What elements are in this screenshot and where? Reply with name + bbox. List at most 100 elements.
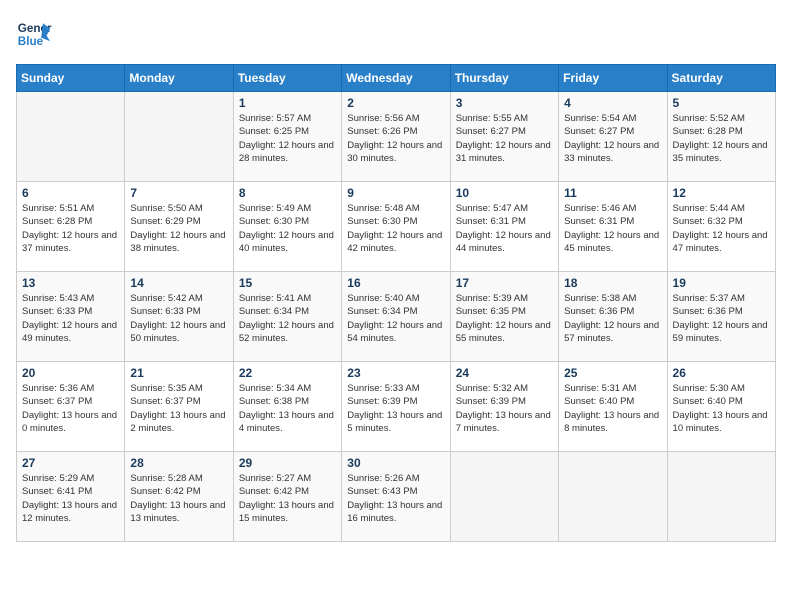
day-detail: Sunrise: 5:37 AM Sunset: 6:36 PM Dayligh…: [673, 292, 770, 345]
calendar-cell: [559, 452, 667, 542]
day-number: 7: [130, 186, 227, 200]
weekday-header: Friday: [559, 65, 667, 92]
logo-icon: General Blue: [16, 16, 52, 52]
calendar-cell: 5 Sunrise: 5:52 AM Sunset: 6:28 PM Daylig…: [667, 92, 775, 182]
calendar-cell: 17Sunrise: 5:39 AM Sunset: 6:35 PM Dayli…: [450, 272, 558, 362]
day-detail: Sunrise: 5:43 AM Sunset: 6:33 PM Dayligh…: [22, 292, 119, 345]
day-number: 26: [673, 366, 770, 380]
day-detail: Sunrise: 5:26 AM Sunset: 6:43 PM Dayligh…: [347, 472, 444, 525]
day-number: 23: [347, 366, 444, 380]
day-detail: Sunrise: 5:56 AM Sunset: 6:26 PM Dayligh…: [347, 112, 444, 165]
calendar-cell: 14 Sunrise: 5:42 AM Sunset: 6:33 PM Dayli…: [125, 272, 233, 362]
weekday-header: Thursday: [450, 65, 558, 92]
day-detail: Sunrise: 5:49 AM Sunset: 6:30 PM Dayligh…: [239, 202, 336, 255]
day-number: 21: [130, 366, 227, 380]
day-detail: Sunrise: 5:30 AM Sunset: 6:40 PM Dayligh…: [673, 382, 770, 435]
day-detail: Sunrise: 5:34 AM Sunset: 6:38 PM Dayligh…: [239, 382, 336, 435]
day-number: 12: [673, 186, 770, 200]
calendar-header: SundayMondayTuesdayWednesdayThursdayFrid…: [17, 65, 776, 92]
calendar-cell: 2 Sunrise: 5:56 AM Sunset: 6:26 PM Daylig…: [342, 92, 450, 182]
day-detail: Sunrise: 5:50 AM Sunset: 6:29 PM Dayligh…: [130, 202, 227, 255]
weekday-header: Wednesday: [342, 65, 450, 92]
calendar-cell: [667, 452, 775, 542]
calendar-cell: 7 Sunrise: 5:50 AM Sunset: 6:29 PM Daylig…: [125, 182, 233, 272]
calendar-cell: 21 Sunrise: 5:35 AM Sunset: 6:37 PM Dayli…: [125, 362, 233, 452]
day-detail: Sunrise: 5:48 AM Sunset: 6:30 PM Dayligh…: [347, 202, 444, 255]
day-number: 29: [239, 456, 336, 470]
calendar-cell: 30 Sunrise: 5:26 AM Sunset: 6:43 PM Dayli…: [342, 452, 450, 542]
day-detail: Sunrise: 5:51 AM Sunset: 6:28 PM Dayligh…: [22, 202, 119, 255]
day-detail: Sunrise: 5:39 AM Sunset: 6:35 PM Dayligh…: [456, 292, 553, 345]
day-number: 22: [239, 366, 336, 380]
day-number: 1: [239, 96, 336, 110]
day-number: 11: [564, 186, 661, 200]
day-detail: Sunrise: 5:47 AM Sunset: 6:31 PM Dayligh…: [456, 202, 553, 255]
calendar-cell: 24 Sunrise: 5:32 AM Sunset: 6:39 PM Dayli…: [450, 362, 558, 452]
weekday-header: Sunday: [17, 65, 125, 92]
day-number: 30: [347, 456, 444, 470]
calendar-cell: 19 Sunrise: 5:37 AM Sunset: 6:36 PM Dayli…: [667, 272, 775, 362]
calendar-cell: 4 Sunrise: 5:54 AM Sunset: 6:27 PM Daylig…: [559, 92, 667, 182]
weekday-header: Tuesday: [233, 65, 341, 92]
day-number: 15: [239, 276, 336, 290]
day-number: 6: [22, 186, 119, 200]
calendar-cell: 20 Sunrise: 5:36 AM Sunset: 6:37 PM Dayli…: [17, 362, 125, 452]
calendar-cell: 25 Sunrise: 5:31 AM Sunset: 6:40 PM Dayli…: [559, 362, 667, 452]
day-detail: Sunrise: 5:41 AM Sunset: 6:34 PM Dayligh…: [239, 292, 336, 345]
day-number: 10: [456, 186, 553, 200]
day-number: 2: [347, 96, 444, 110]
svg-text:Blue: Blue: [18, 35, 44, 48]
calendar-cell: 16 Sunrise: 5:40 AM Sunset: 6:34 PM Dayli…: [342, 272, 450, 362]
day-detail: Sunrise: 5:35 AM Sunset: 6:37 PM Dayligh…: [130, 382, 227, 435]
day-number: 18: [564, 276, 661, 290]
day-number: 20: [22, 366, 119, 380]
calendar-cell: 11 Sunrise: 5:46 AM Sunset: 6:31 PM Dayli…: [559, 182, 667, 272]
calendar-cell: 28 Sunrise: 5:28 AM Sunset: 6:42 PM Dayli…: [125, 452, 233, 542]
day-detail: Sunrise: 5:31 AM Sunset: 6:40 PM Dayligh…: [564, 382, 661, 435]
weekday-header: Monday: [125, 65, 233, 92]
calendar-cell: [450, 452, 558, 542]
day-detail: Sunrise: 5:29 AM Sunset: 6:41 PM Dayligh…: [22, 472, 119, 525]
calendar-cell: 9Sunrise: 5:48 AM Sunset: 6:30 PM Daylig…: [342, 182, 450, 272]
calendar-cell: 10 Sunrise: 5:47 AM Sunset: 6:31 PM Dayli…: [450, 182, 558, 272]
day-detail: Sunrise: 5:38 AM Sunset: 6:36 PM Dayligh…: [564, 292, 661, 345]
day-detail: Sunrise: 5:36 AM Sunset: 6:37 PM Dayligh…: [22, 382, 119, 435]
day-detail: Sunrise: 5:54 AM Sunset: 6:27 PM Dayligh…: [564, 112, 661, 165]
calendar-cell: 1 Sunrise: 5:57 AM Sunset: 6:25 PM Daylig…: [233, 92, 341, 182]
calendar-cell: [125, 92, 233, 182]
day-number: 16: [347, 276, 444, 290]
day-number: 4: [564, 96, 661, 110]
calendar-cell: 18 Sunrise: 5:38 AM Sunset: 6:36 PM Dayli…: [559, 272, 667, 362]
day-number: 25: [564, 366, 661, 380]
calendar-cell: 27 Sunrise: 5:29 AM Sunset: 6:41 PM Dayli…: [17, 452, 125, 542]
day-detail: Sunrise: 5:57 AM Sunset: 6:25 PM Dayligh…: [239, 112, 336, 165]
calendar-cell: 22 Sunrise: 5:34 AM Sunset: 6:38 PM Dayli…: [233, 362, 341, 452]
page-header: General Blue: [16, 16, 776, 52]
day-detail: Sunrise: 5:52 AM Sunset: 6:28 PM Dayligh…: [673, 112, 770, 165]
day-detail: Sunrise: 5:42 AM Sunset: 6:33 PM Dayligh…: [130, 292, 227, 345]
weekday-header: Saturday: [667, 65, 775, 92]
day-detail: Sunrise: 5:44 AM Sunset: 6:32 PM Dayligh…: [673, 202, 770, 255]
day-number: 5: [673, 96, 770, 110]
day-number: 19: [673, 276, 770, 290]
calendar-cell: 8Sunrise: 5:49 AM Sunset: 6:30 PM Daylig…: [233, 182, 341, 272]
calendar-cell: 15 Sunrise: 5:41 AM Sunset: 6:34 PM Dayli…: [233, 272, 341, 362]
day-detail: Sunrise: 5:28 AM Sunset: 6:42 PM Dayligh…: [130, 472, 227, 525]
day-number: 13: [22, 276, 119, 290]
calendar-cell: 26 Sunrise: 5:30 AM Sunset: 6:40 PM Dayli…: [667, 362, 775, 452]
day-number: 27: [22, 456, 119, 470]
day-detail: Sunrise: 5:46 AM Sunset: 6:31 PM Dayligh…: [564, 202, 661, 255]
day-number: 14: [130, 276, 227, 290]
calendar-cell: 29Sunrise: 5:27 AM Sunset: 6:42 PM Dayli…: [233, 452, 341, 542]
calendar-cell: 6 Sunrise: 5:51 AM Sunset: 6:28 PM Daylig…: [17, 182, 125, 272]
day-number: 28: [130, 456, 227, 470]
calendar-cell: 3Sunrise: 5:55 AM Sunset: 6:27 PM Daylig…: [450, 92, 558, 182]
day-detail: Sunrise: 5:40 AM Sunset: 6:34 PM Dayligh…: [347, 292, 444, 345]
day-detail: Sunrise: 5:32 AM Sunset: 6:39 PM Dayligh…: [456, 382, 553, 435]
calendar-cell: [17, 92, 125, 182]
calendar-table: SundayMondayTuesdayWednesdayThursdayFrid…: [16, 64, 776, 542]
day-detail: Sunrise: 5:33 AM Sunset: 6:39 PM Dayligh…: [347, 382, 444, 435]
calendar-cell: 13 Sunrise: 5:43 AM Sunset: 6:33 PM Dayli…: [17, 272, 125, 362]
day-number: 24: [456, 366, 553, 380]
calendar-cell: 23 Sunrise: 5:33 AM Sunset: 6:39 PM Dayli…: [342, 362, 450, 452]
